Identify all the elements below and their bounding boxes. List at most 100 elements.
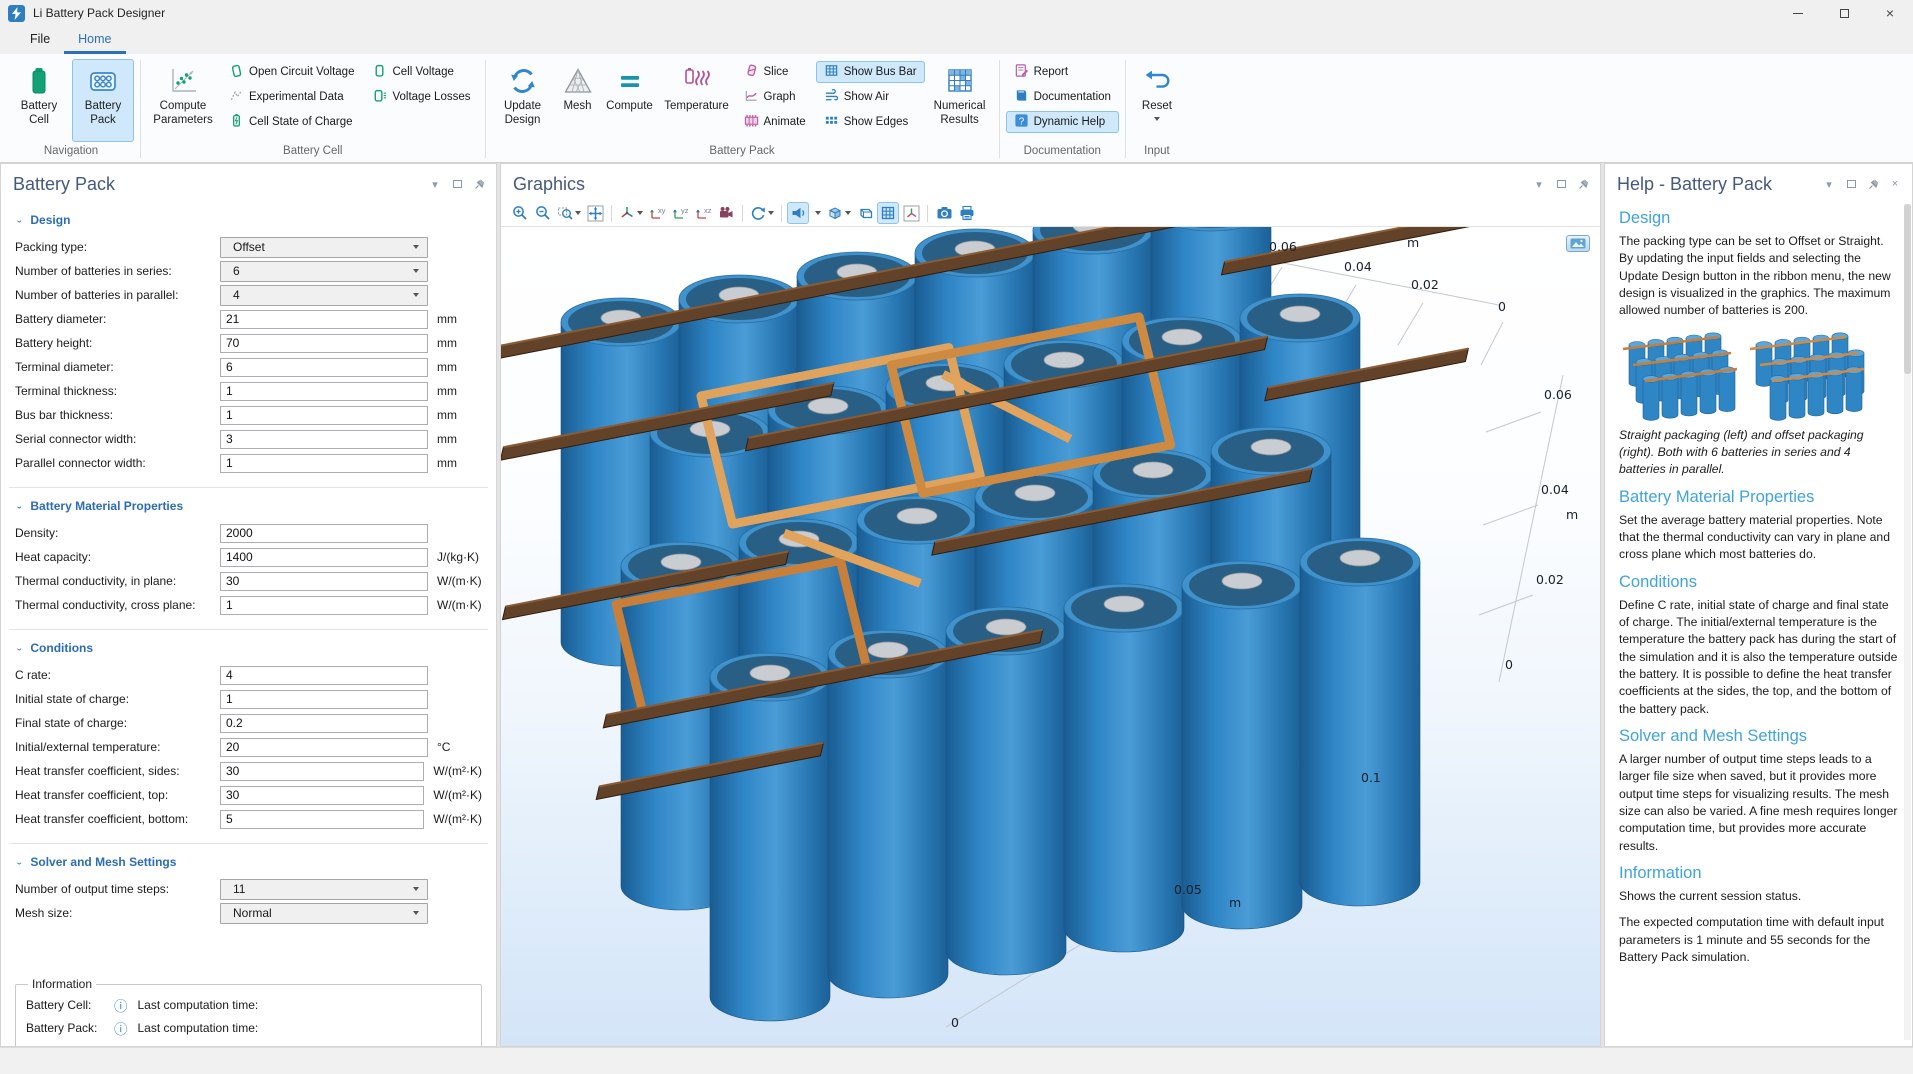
bus-bar-thickness-input[interactable] — [220, 406, 428, 425]
zoom-box-icon[interactable] — [555, 202, 583, 224]
rotate-icon[interactable] — [748, 202, 776, 224]
mesh-size-select[interactable]: Normal — [220, 903, 428, 924]
help-scrollbar-thumb[interactable] — [1904, 204, 1911, 374]
panel-float-icon[interactable] — [1554, 177, 1568, 191]
voltage-losses-button[interactable]: Voltage Losses — [364, 86, 478, 108]
graphics-canvas-3d[interactable]: 0.060.04m0.0200.060.04m0.0200.10.05m0 — [501, 227, 1600, 1046]
image-snapshot-icon[interactable] — [933, 202, 955, 224]
default-3d-view-icon[interactable] — [617, 202, 645, 224]
temperature-button[interactable]: Temperature — [660, 59, 734, 142]
go-to-xy-view-icon[interactable]: xy — [646, 202, 668, 224]
help-paragraph: Define C rate, initial state of charge a… — [1619, 597, 1899, 718]
maximize-button[interactable] — [1821, 0, 1867, 26]
environment-icon[interactable] — [825, 202, 853, 224]
graph-button[interactable]: Graph — [736, 86, 814, 108]
settings-panel-title: Battery Pack — [13, 174, 115, 195]
menu-home[interactable]: Home — [64, 26, 125, 54]
panel-pin-icon[interactable] — [1576, 177, 1590, 191]
documentation-button[interactable]: Documentation — [1006, 86, 1119, 108]
battery-diameter-input[interactable] — [220, 310, 428, 329]
field-control — [220, 310, 428, 329]
show-frame-icon[interactable] — [854, 202, 876, 224]
mesh-button[interactable]: Mesh — [556, 59, 600, 142]
cell-state-of-charge-button[interactable]: Cell State of Charge — [221, 111, 362, 133]
section-header-battery-material-properties[interactable]: ⌄Battery Material Properties — [15, 499, 482, 513]
field-label: Final state of charge: — [15, 716, 220, 730]
density-input[interactable] — [220, 524, 428, 543]
section-header-conditions[interactable]: ⌄Conditions — [15, 641, 482, 655]
show-grid-icon[interactable] — [877, 202, 899, 224]
show-bus-bar-button[interactable]: Show Bus Bar — [816, 61, 925, 83]
panel-menu-icon[interactable]: ▾ — [1822, 177, 1836, 191]
initial-state-of-charge-input[interactable] — [220, 690, 428, 709]
zoom-extents-icon[interactable] — [584, 202, 606, 224]
show-edges-button[interactable]: Show Edges — [816, 111, 925, 133]
movie-camera-icon[interactable] — [715, 202, 737, 224]
panel-pin-icon[interactable] — [472, 177, 486, 191]
report-button[interactable]: Report — [1006, 61, 1119, 83]
htc-sides-input[interactable] — [220, 762, 424, 781]
dynamic-help-button[interactable]: ? Dynamic Help — [1006, 111, 1119, 133]
output-time-steps-select[interactable]: 11 — [220, 879, 428, 900]
field-unit: mm — [437, 408, 457, 422]
battery-cell-button[interactable]: Battery Cell — [8, 59, 70, 142]
panel-float-icon[interactable] — [450, 177, 464, 191]
section-header-design[interactable]: ⌄Design — [15, 213, 482, 227]
terminal-thickness-input[interactable] — [220, 382, 428, 401]
animate-button[interactable]: Animate — [736, 111, 814, 133]
numerical-results-button[interactable]: Numerical Results — [927, 59, 993, 142]
heat-capacity-input[interactable] — [220, 548, 428, 567]
update-design-button[interactable]: Update Design — [492, 59, 554, 142]
battery-pack-3d-scene[interactable] — [501, 227, 1600, 1044]
help-image-caption: Straight packaging (left) and offset pac… — [1619, 427, 1899, 479]
go-to-xz-view-icon[interactable]: xz — [692, 202, 714, 224]
scene-light-dropdown[interactable] — [810, 202, 824, 224]
open-circuit-voltage-button[interactable]: Open Circuit Voltage — [221, 61, 362, 83]
num-parallel-select[interactable]: 4 — [220, 285, 428, 306]
thermal-conductivity-cross-plane-input[interactable] — [220, 596, 428, 615]
htc-top-input[interactable] — [220, 786, 424, 805]
field-control — [220, 810, 424, 829]
compute-parameters-button[interactable]: Compute Parameters — [147, 59, 219, 142]
slice-button[interactable]: Slice — [736, 61, 814, 83]
go-to-yz-view-icon[interactable]: yz — [669, 202, 691, 224]
compute-button[interactable]: Compute — [602, 59, 658, 142]
htc-bottom-input[interactable] — [220, 810, 424, 829]
initial-external-temperature-input[interactable] — [220, 738, 428, 757]
c-rate-input[interactable] — [220, 666, 428, 685]
serial-connector-width-input[interactable] — [220, 430, 428, 449]
panel-pin-icon[interactable] — [1866, 177, 1880, 191]
scene-light-icon[interactable] — [787, 202, 809, 224]
section-header-solver-mesh[interactable]: ⌄Solver and Mesh Settings — [15, 855, 482, 869]
zoom-out-icon[interactable] — [532, 202, 554, 224]
zoom-in-icon[interactable] — [509, 202, 531, 224]
parallel-connector-width-input[interactable] — [220, 454, 428, 473]
panel-close-icon[interactable]: × — [1888, 177, 1902, 191]
print-icon[interactable] — [956, 202, 978, 224]
num-series-select[interactable]: 6 — [220, 261, 428, 282]
packing-type-select[interactable]: Offset — [220, 237, 428, 258]
plot-settings-icon[interactable] — [1566, 235, 1590, 252]
final-state-of-charge-input[interactable] — [220, 714, 428, 733]
close-button[interactable]: × — [1867, 0, 1913, 26]
help-scrollbar[interactable] — [1904, 204, 1911, 1040]
show-axis-orientation-icon[interactable] — [900, 202, 922, 224]
thermal-conductivity-in-plane-input[interactable] — [220, 572, 428, 591]
menu-file[interactable]: File — [16, 26, 64, 54]
reset-button[interactable]: Reset — [1132, 59, 1182, 142]
axis-tick-label: m — [1407, 235, 1419, 250]
terminal-diameter-input[interactable] — [220, 358, 428, 377]
panel-menu-icon[interactable]: ▾ — [1532, 177, 1546, 191]
form-row: Serial connector width:mm — [15, 427, 482, 451]
minimize-button[interactable] — [1775, 0, 1821, 26]
cell-voltage-button[interactable]: Cell Voltage — [364, 61, 478, 83]
panel-menu-icon[interactable]: ▾ — [428, 177, 442, 191]
solver-rows: Number of output time steps:11Mesh size:… — [15, 877, 482, 925]
battery-height-input[interactable] — [220, 334, 428, 353]
show-air-button[interactable]: Show Air — [816, 86, 925, 108]
experimental-data-button[interactable]: Experimental Data — [221, 86, 362, 108]
toolbar-separator — [781, 205, 782, 222]
field-label: Number of output time steps: — [15, 882, 220, 896]
battery-pack-button[interactable]: Battery Pack — [72, 59, 134, 142]
panel-float-icon[interactable] — [1844, 177, 1858, 191]
